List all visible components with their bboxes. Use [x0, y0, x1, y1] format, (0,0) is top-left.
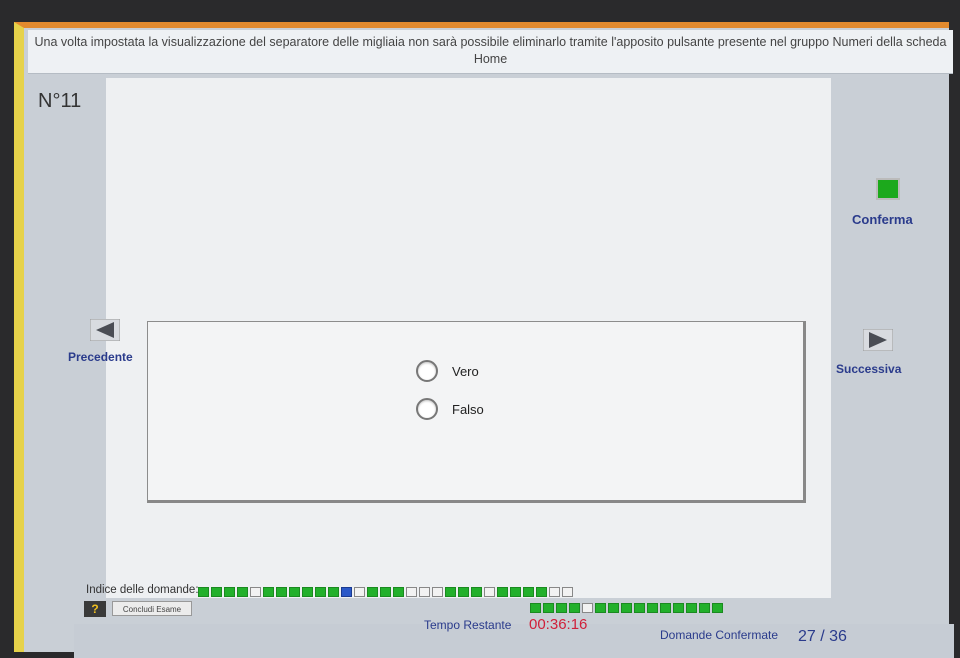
time-remaining-label: Tempo Restante [424, 618, 512, 632]
confirmed-questions-value: 27 / 36 [798, 628, 847, 645]
question-index-square[interactable] [647, 603, 658, 613]
confirmed-questions-label: Domande Confermate [660, 628, 779, 642]
question-index-square[interactable] [471, 587, 482, 597]
question-index-square[interactable] [445, 587, 456, 597]
confirm-label[interactable]: Conferma [852, 212, 913, 227]
question-index-square[interactable] [595, 603, 606, 613]
question-text: Una volta impostata la visualizzazione d… [28, 30, 953, 74]
previous-arrow-icon[interactable] [90, 319, 120, 341]
question-index-square[interactable] [289, 587, 300, 597]
question-index-square[interactable] [224, 587, 235, 597]
confirm-button[interactable] [876, 178, 900, 200]
next-arrow-icon[interactable] [863, 329, 893, 351]
answer-label: Vero [452, 363, 479, 379]
question-index-square[interactable] [634, 603, 645, 613]
question-index-row [198, 587, 573, 599]
question-index-square[interactable] [328, 587, 339, 597]
question-index-label: Indice delle domande: [86, 584, 199, 596]
question-index-square[interactable] [549, 587, 560, 597]
question-index-square[interactable] [497, 587, 508, 597]
question-index-square[interactable] [510, 587, 521, 597]
question-index-square[interactable] [543, 603, 554, 613]
question-index-square[interactable] [211, 587, 222, 597]
question-index-square[interactable] [406, 587, 417, 597]
question-index-square[interactable] [484, 587, 495, 597]
question-index-square[interactable] [536, 587, 547, 597]
question-index-square[interactable] [660, 603, 671, 613]
exam-window: Una volta impostata la visualizzazione d… [14, 22, 954, 658]
question-index-square[interactable] [237, 587, 248, 597]
time-remaining-value: 00:36:16 [529, 616, 588, 633]
question-index-square[interactable] [458, 587, 469, 597]
answer-option-vero[interactable]: Vero [416, 360, 479, 382]
answer-label: Falso [452, 401, 484, 417]
question-index-square[interactable] [686, 603, 697, 613]
end-exam-button[interactable]: Concludi Esame [112, 601, 192, 616]
question-index-square[interactable] [530, 603, 541, 613]
question-index-row [530, 603, 723, 615]
question-index-square[interactable] [569, 603, 580, 613]
question-index-square[interactable] [341, 587, 352, 597]
question-number: N°11 [38, 90, 82, 112]
question-index-square[interactable] [419, 587, 430, 597]
question-index-square[interactable] [354, 587, 365, 597]
question-index-square[interactable] [393, 587, 404, 597]
help-button[interactable]: ? [84, 601, 106, 617]
question-index-square[interactable] [198, 587, 209, 597]
previous-label[interactable]: Precedente [68, 350, 133, 364]
answer-option-falso[interactable]: Falso [416, 398, 484, 420]
answers-panel: Vero Falso [147, 321, 806, 503]
monitor-frame: Una volta impostata la visualizzazione d… [0, 0, 960, 658]
question-index-square[interactable] [582, 603, 593, 613]
next-label[interactable]: Successiva [836, 362, 901, 376]
question-index-square[interactable] [250, 587, 261, 597]
question-index-square[interactable] [699, 603, 710, 613]
radio-button[interactable] [416, 398, 438, 420]
radio-button[interactable] [416, 360, 438, 382]
question-index-square[interactable] [523, 587, 534, 597]
question-index-square[interactable] [621, 603, 632, 613]
question-index-square[interactable] [562, 587, 573, 597]
question-index-square[interactable] [432, 587, 443, 597]
question-index-square[interactable] [367, 587, 378, 597]
question-index-square[interactable] [608, 603, 619, 613]
question-index-square[interactable] [712, 603, 723, 613]
question-index-square[interactable] [263, 587, 274, 597]
question-index-square[interactable] [315, 587, 326, 597]
question-index-square[interactable] [302, 587, 313, 597]
question-index-square[interactable] [380, 587, 391, 597]
question-index-square[interactable] [556, 603, 567, 613]
question-index-square[interactable] [673, 603, 684, 613]
question-index-square[interactable] [276, 587, 287, 597]
